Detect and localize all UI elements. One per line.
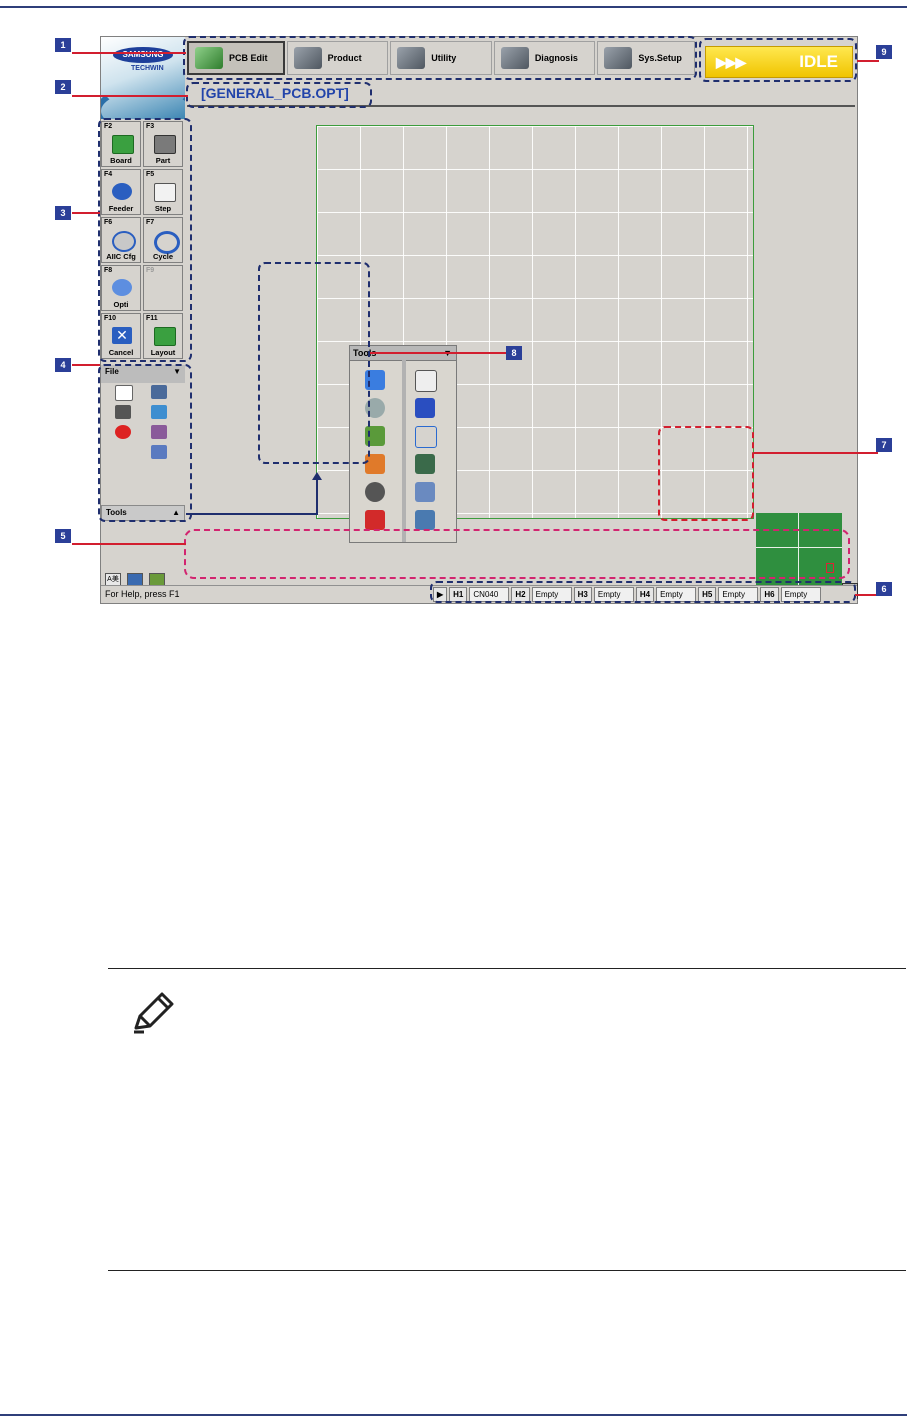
logo-swirl xyxy=(101,85,185,119)
leader-4 xyxy=(72,364,100,366)
region-8-outline xyxy=(258,262,370,464)
axis-icon[interactable] xyxy=(415,426,437,448)
region-7-outline xyxy=(658,426,754,521)
connector-line xyxy=(186,513,318,515)
callout-6: 6 xyxy=(876,582,892,596)
callout-8: 8 xyxy=(506,346,522,360)
help-text: For Help, press F1 xyxy=(105,589,180,599)
region-4-outline xyxy=(98,364,192,522)
callout-2: 2 xyxy=(55,80,71,94)
region-9-outline xyxy=(699,38,857,82)
note-bottom-rule xyxy=(108,1270,906,1271)
note-pencil-icon xyxy=(134,992,174,1034)
callout-1: 1 xyxy=(55,38,71,52)
header-rule xyxy=(0,6,907,8)
region-6-outline xyxy=(430,581,856,603)
callout-5: 5 xyxy=(55,529,71,543)
leader-2 xyxy=(72,95,188,97)
connector-line xyxy=(316,478,318,515)
alarm-icon[interactable] xyxy=(415,454,435,474)
leader-3 xyxy=(72,212,100,214)
logo-text: SAMSUNG xyxy=(113,47,173,63)
callout-7: 7 xyxy=(876,438,892,452)
leader-5 xyxy=(72,543,186,545)
region-3-outline xyxy=(98,118,192,362)
region-1-outline xyxy=(183,36,697,80)
leader-8 xyxy=(370,352,506,354)
note-top-rule xyxy=(108,968,906,969)
callout-9: 9 xyxy=(876,45,892,59)
popup-divider xyxy=(402,360,406,542)
operator-icon[interactable] xyxy=(415,398,435,418)
callout-4: 4 xyxy=(55,358,71,372)
table-icon[interactable] xyxy=(415,510,435,530)
region-2-outline xyxy=(186,82,372,108)
leader-9 xyxy=(857,60,879,62)
samsung-logo: SAMSUNG TECHWIN xyxy=(101,37,185,119)
footer-rule xyxy=(0,1414,907,1416)
callout-3: 3 xyxy=(55,206,71,220)
logo-subtext: TECHWIN xyxy=(131,65,164,72)
window-icon[interactable] xyxy=(415,370,437,392)
auto-icon[interactable] xyxy=(365,482,385,502)
tray-icon[interactable] xyxy=(415,482,435,502)
leader-7 xyxy=(754,452,878,454)
gear-icon[interactable] xyxy=(365,510,385,530)
arrow-up-icon xyxy=(312,472,322,480)
region-5-outline xyxy=(184,529,850,579)
leader-1 xyxy=(72,52,186,54)
leader-6 xyxy=(855,594,877,596)
